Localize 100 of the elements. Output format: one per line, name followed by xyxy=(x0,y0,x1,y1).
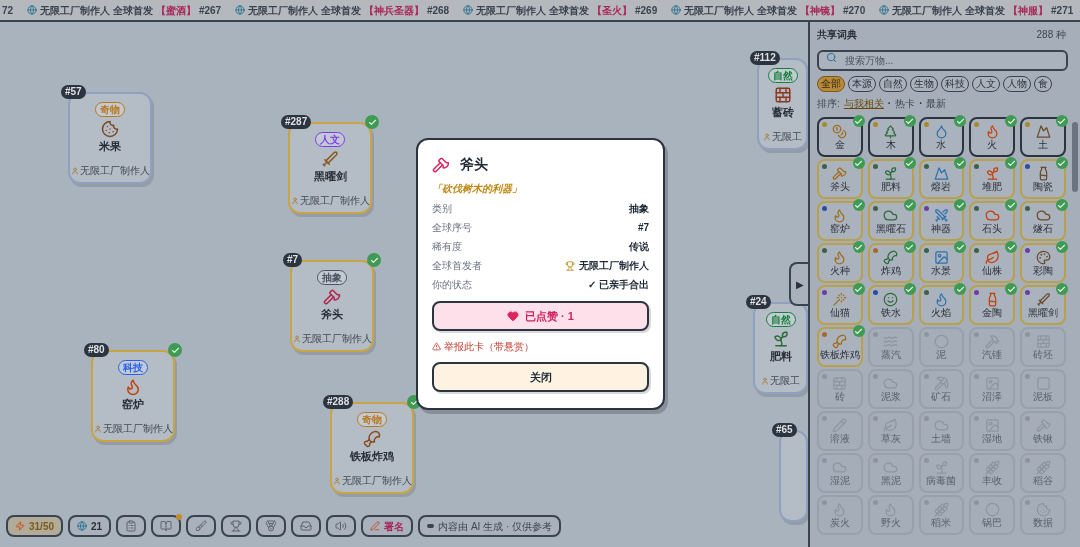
cloud-icon xyxy=(984,207,1000,223)
item-name: 矿石 xyxy=(931,390,952,403)
drumstick-icon xyxy=(832,333,848,349)
dictionary-item[interactable]: 火 xyxy=(969,117,1016,157)
number-badge: #112 xyxy=(750,51,780,65)
dictionary-item[interactable]: 黑曜剑 xyxy=(1020,285,1066,325)
dictionary-item[interactable]: 彩陶 xyxy=(1020,243,1066,283)
toolbar-button[interactable] xyxy=(221,515,252,537)
item-name: 砖坯 xyxy=(1033,348,1054,361)
toolbar-button[interactable] xyxy=(291,515,322,537)
filter-chip[interactable]: 人文 xyxy=(972,76,1000,92)
filter-chip[interactable]: 自然 xyxy=(879,76,907,92)
dictionary-item[interactable]: 木 xyxy=(867,117,914,157)
dictionary-item[interactable]: 炸鸡 xyxy=(867,243,914,283)
close-button[interactable]: 关闭 xyxy=(432,362,649,392)
mountain-icon xyxy=(934,165,949,181)
item-name: 【蜜酒】 xyxy=(155,3,196,18)
scrollbar[interactable] xyxy=(1072,122,1078,192)
item-name: 火焰 xyxy=(931,306,952,319)
cloud-icon xyxy=(883,207,899,223)
dictionary-item[interactable]: 肥料 xyxy=(867,159,914,199)
smile-icon xyxy=(883,291,899,307)
item-name: 砖 xyxy=(834,390,845,403)
dictionary-item[interactable]: 陶瓷 xyxy=(1020,159,1066,199)
number-badge: #287 xyxy=(281,115,312,129)
dictionary-item[interactable]: 铁板炸鸡 xyxy=(817,327,863,367)
toolbar-button[interactable] xyxy=(256,515,287,537)
toolbar-button[interactable] xyxy=(186,515,217,537)
number-badge: #65 xyxy=(772,423,797,437)
ticker-number: #270 xyxy=(843,3,866,18)
coin-icon xyxy=(832,123,848,139)
dictionary-item[interactable]: 神器 xyxy=(918,201,965,241)
field-label: 全球首发者 xyxy=(432,259,482,273)
toolbar-button[interactable] xyxy=(116,515,147,537)
drumstick-icon xyxy=(883,249,899,265)
filter-chip[interactable]: 本源 xyxy=(848,76,876,92)
filter-chip[interactable]: 全部 xyxy=(817,76,845,92)
sort-option[interactable]: 与我相关 xyxy=(843,96,884,111)
dictionary-item[interactable]: 熔岩 xyxy=(918,159,965,199)
dictionary-item[interactable]: 火种 xyxy=(817,243,863,283)
sidebar-toggle[interactable]: ▶ xyxy=(789,262,809,306)
dictionary-item[interactable]: 水 xyxy=(918,117,965,157)
person-icon xyxy=(332,476,341,485)
filter-chip[interactable]: 生物 xyxy=(910,76,938,92)
wheat-icon xyxy=(984,459,1000,475)
item-name: 炭火 xyxy=(829,516,850,529)
toolbar-button[interactable] xyxy=(326,515,357,537)
item-name: 窑炉 xyxy=(829,222,850,235)
item-name: 斧头 xyxy=(321,307,343,322)
dictionary-item[interactable]: 火焰 xyxy=(918,285,965,325)
item-name: 黑泥 xyxy=(880,474,901,487)
cookie-icon xyxy=(101,120,119,138)
medal-icon xyxy=(265,520,278,532)
dictionary-item[interactable]: 堆肥 xyxy=(969,159,1016,199)
search-icon xyxy=(826,52,837,63)
item-name: 黑曜剑 xyxy=(313,169,347,184)
sort-label: 排序: xyxy=(817,97,840,111)
leaf-icon xyxy=(883,417,899,433)
dictionary-item[interactable]: 铁水 xyxy=(867,285,914,325)
dictionary-item[interactable]: 金 xyxy=(817,117,863,157)
like-button[interactable]: 已点赞 · 1 xyxy=(432,301,649,331)
dictionary-item[interactable]: 燧石 xyxy=(1020,201,1066,241)
brick-wall-icon xyxy=(773,86,792,104)
search-field[interactable]: 搜索万物... xyxy=(817,50,1068,71)
flame-icon xyxy=(934,291,949,307)
globe-counter[interactable]: 21 xyxy=(68,515,112,537)
dictionary-item[interactable]: 土 xyxy=(1020,117,1066,157)
dictionary-item[interactable]: 窑炉 xyxy=(817,201,863,241)
item-name: 黑曜石 xyxy=(875,222,906,235)
toolbar-button[interactable] xyxy=(151,515,182,537)
dictionary-item[interactable]: 水景 xyxy=(918,243,965,283)
dictionary-item[interactable]: 仙株 xyxy=(969,243,1016,283)
dictionary-item[interactable]: 金陶 xyxy=(969,285,1016,325)
dictionary-item[interactable]: 斧头 xyxy=(817,159,863,199)
sword-icon xyxy=(1035,291,1051,307)
panel-title: 共享词典 xyxy=(817,28,857,42)
dictionary-item[interactable]: 黑曜石 xyxy=(867,201,914,241)
globe-icon xyxy=(879,5,890,15)
filter-chip[interactable]: 食 xyxy=(1034,76,1052,92)
dictionary-item[interactable]: 仙猫 xyxy=(817,285,863,325)
dictionary-item[interactable]: 石头 xyxy=(969,201,1016,241)
filter-chip[interactable]: 科技 xyxy=(941,76,969,92)
number-badge: #80 xyxy=(84,343,109,357)
flame-icon xyxy=(984,123,1000,139)
field-value: #7 xyxy=(637,221,649,235)
droplet-icon xyxy=(934,123,949,139)
sort-option[interactable]: 热卡 xyxy=(895,96,916,111)
category-tag: 自然 xyxy=(767,68,798,83)
chip-icon xyxy=(427,524,435,528)
category-tag: 抽象 xyxy=(317,270,347,285)
item-name: 燧石 xyxy=(1033,222,1054,235)
item-name: 石头 xyxy=(982,222,1003,235)
filter-chip[interactable]: 人物 xyxy=(1003,76,1031,92)
item-name: 病毒菌 xyxy=(926,474,957,487)
item-name: 土墙 xyxy=(931,432,952,445)
person-icon xyxy=(70,166,79,175)
author-name: 无限工厂制作人 xyxy=(301,332,372,346)
report-link[interactable]: 举报此卡（带悬赏） xyxy=(432,339,649,354)
sort-option[interactable]: 最新 xyxy=(926,96,947,111)
field-label: 你的状态 xyxy=(432,278,472,292)
